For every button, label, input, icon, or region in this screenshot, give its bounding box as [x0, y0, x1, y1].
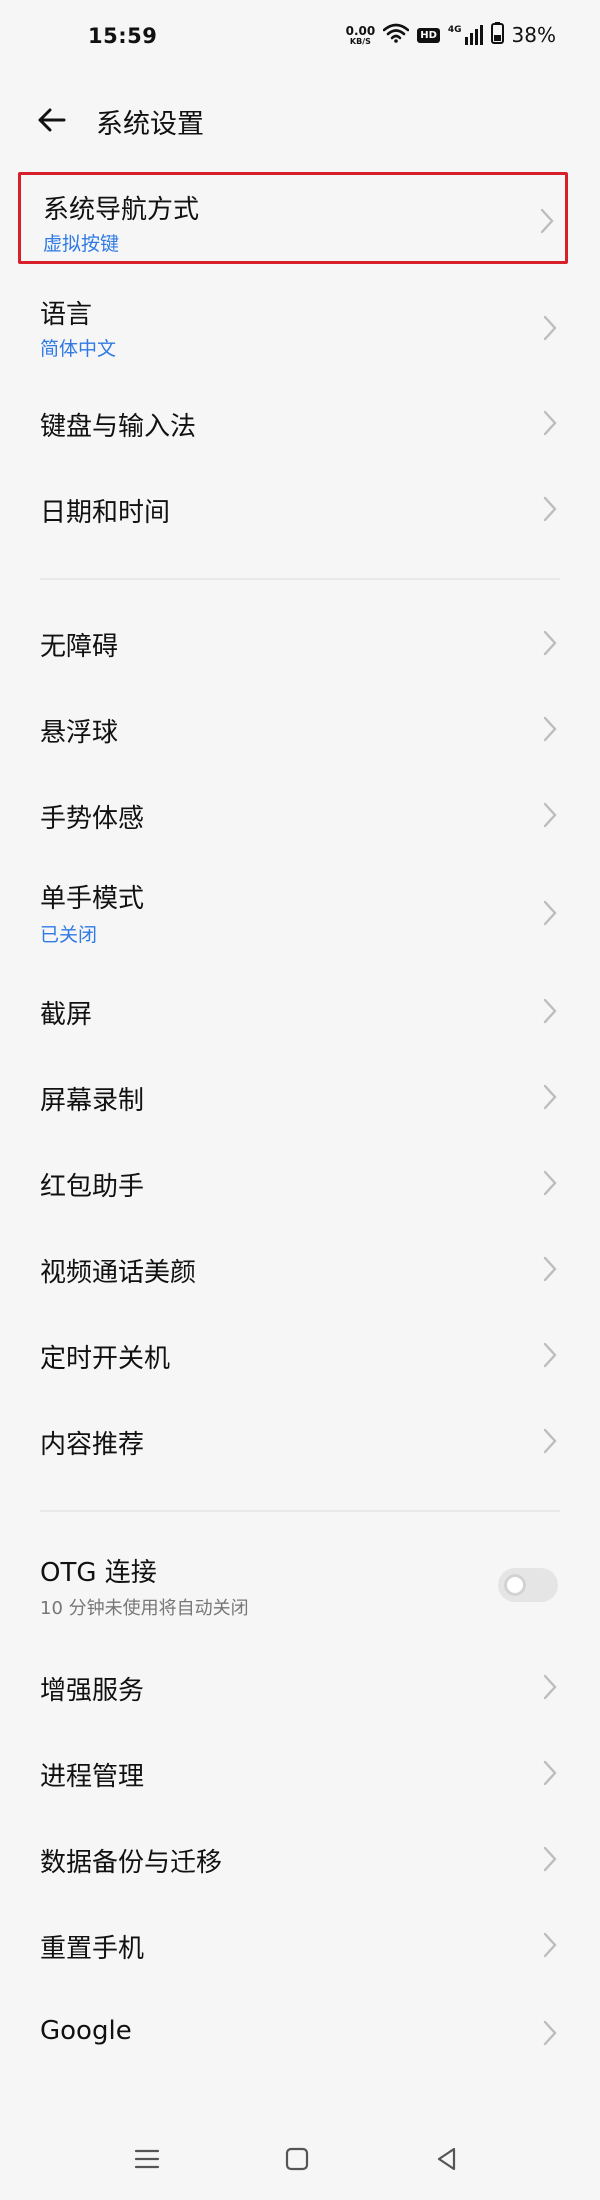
- setting-label: 视频通话美颜: [40, 1258, 197, 1288]
- setting-video-call-beauty[interactable]: 视频通话美颜: [18, 1226, 568, 1312]
- setting-one-hand-mode[interactable]: 单手模式 已关闭: [18, 864, 568, 960]
- setting-language[interactable]: 语言 简体中文: [18, 284, 568, 374]
- chevron-right-icon: [543, 900, 557, 926]
- chevron-right-icon: [543, 630, 557, 656]
- setting-screenshot[interactable]: 截屏: [18, 968, 568, 1054]
- page-title: 系统设置: [96, 109, 204, 140]
- setting-google[interactable]: Google: [18, 1990, 568, 2076]
- setting-floating-ball[interactable]: 悬浮球: [18, 686, 568, 772]
- chevron-right-icon: [543, 1674, 557, 1700]
- setting-date-time[interactable]: 日期和时间: [18, 466, 568, 552]
- setting-label: 单手模式: [40, 884, 145, 914]
- chevron-right-icon: [543, 1760, 557, 1786]
- setting-label: 屏幕录制: [40, 1086, 145, 1116]
- setting-label: 进程管理: [40, 1762, 145, 1792]
- app-header: 系统设置: [0, 80, 600, 160]
- status-time: 15:59: [88, 24, 158, 48]
- battery-percent: 38%: [511, 23, 556, 47]
- arrow-left-icon[interactable]: [30, 98, 74, 142]
- wifi-icon: [382, 23, 410, 47]
- setting-label: 键盘与输入法: [40, 412, 197, 442]
- setting-otg-connection[interactable]: OTG 连接 10 分钟未使用将自动关闭: [18, 1538, 568, 1634]
- setting-enhanced-service[interactable]: 增强服务: [18, 1644, 568, 1730]
- setting-label: 重置手机: [40, 1934, 145, 1964]
- setting-system-navigation[interactable]: 系统导航方式 虚拟按键: [18, 172, 568, 264]
- chevron-right-icon: [540, 208, 554, 234]
- signal-icon: 4G: [448, 25, 483, 45]
- setting-reset-phone[interactable]: 重置手机: [18, 1902, 568, 1988]
- setting-label: 内容推荐: [40, 1430, 145, 1460]
- chevron-right-icon: [543, 1084, 557, 1110]
- chevron-right-icon: [543, 1256, 557, 1282]
- setting-label: 红包助手: [40, 1172, 145, 1202]
- setting-label: 增强服务: [40, 1676, 145, 1706]
- network-speed: 0.00 KB/S: [346, 25, 376, 46]
- chevron-right-icon: [543, 315, 557, 341]
- setting-label: 定时开关机: [40, 1344, 171, 1374]
- setting-process-management[interactable]: 进程管理: [18, 1730, 568, 1816]
- menu-icon[interactable]: [134, 2146, 160, 2172]
- section-divider: [40, 1510, 560, 1512]
- toggle-knob: [504, 1574, 526, 1596]
- setting-value: 已关闭: [40, 924, 98, 946]
- setting-label: 语言: [40, 300, 93, 330]
- setting-scheduled-power[interactable]: 定时开关机: [18, 1312, 568, 1398]
- chevron-right-icon: [543, 496, 557, 522]
- battery-icon: [490, 22, 504, 48]
- setting-backup-migration[interactable]: 数据备份与迁移: [18, 1816, 568, 1902]
- setting-keyboard-input[interactable]: 键盘与输入法: [18, 380, 568, 466]
- setting-value: 虚拟按键: [43, 233, 120, 255]
- back-icon[interactable]: [434, 2146, 460, 2172]
- chevron-right-icon: [543, 716, 557, 742]
- status-bar: 15:59 0.00 KB/S HD 4G 38%: [0, 0, 600, 80]
- setting-gestures[interactable]: 手势体感: [18, 772, 568, 858]
- chevron-right-icon: [543, 802, 557, 828]
- network-speed-unit: KB/S: [349, 36, 371, 46]
- chevron-right-icon: [543, 998, 557, 1024]
- section-divider: [40, 578, 560, 580]
- setting-description: 10 分钟未使用将自动关闭: [40, 1598, 249, 1619]
- chevron-right-icon: [543, 2020, 557, 2046]
- chevron-right-icon: [543, 1846, 557, 1872]
- setting-label: 系统导航方式: [43, 195, 200, 225]
- chevron-right-icon: [543, 1428, 557, 1454]
- setting-content-recommendation[interactable]: 内容推荐: [18, 1398, 568, 1484]
- setting-label: 无障碍: [40, 632, 119, 662]
- setting-label: 日期和时间: [40, 498, 171, 528]
- setting-value: 简体中文: [40, 338, 117, 360]
- setting-label: 手势体感: [40, 804, 145, 834]
- status-icons: 0.00 KB/S HD 4G 38%: [346, 22, 556, 48]
- hd-icon: HD: [417, 27, 440, 43]
- setting-label: 数据备份与迁移: [40, 1848, 223, 1878]
- chevron-right-icon: [543, 1932, 557, 1958]
- network-type-label: 4G: [447, 25, 462, 35]
- setting-label: Google: [40, 2016, 132, 2046]
- setting-label: 截屏: [40, 1000, 93, 1030]
- network-speed-value: 0.00: [345, 23, 376, 38]
- chevron-right-icon: [543, 410, 557, 436]
- setting-red-packet-assistant[interactable]: 红包助手: [18, 1140, 568, 1226]
- chevron-right-icon: [543, 1342, 557, 1368]
- setting-label: 悬浮球: [40, 718, 119, 748]
- setting-screen-recording[interactable]: 屏幕录制: [18, 1054, 568, 1140]
- setting-label: OTG 连接: [40, 1558, 157, 1588]
- home-icon[interactable]: [284, 2146, 310, 2172]
- system-nav-bar: [0, 2120, 600, 2200]
- chevron-right-icon: [543, 1170, 557, 1196]
- setting-accessibility[interactable]: 无障碍: [18, 600, 568, 686]
- otg-toggle[interactable]: [498, 1568, 558, 1602]
